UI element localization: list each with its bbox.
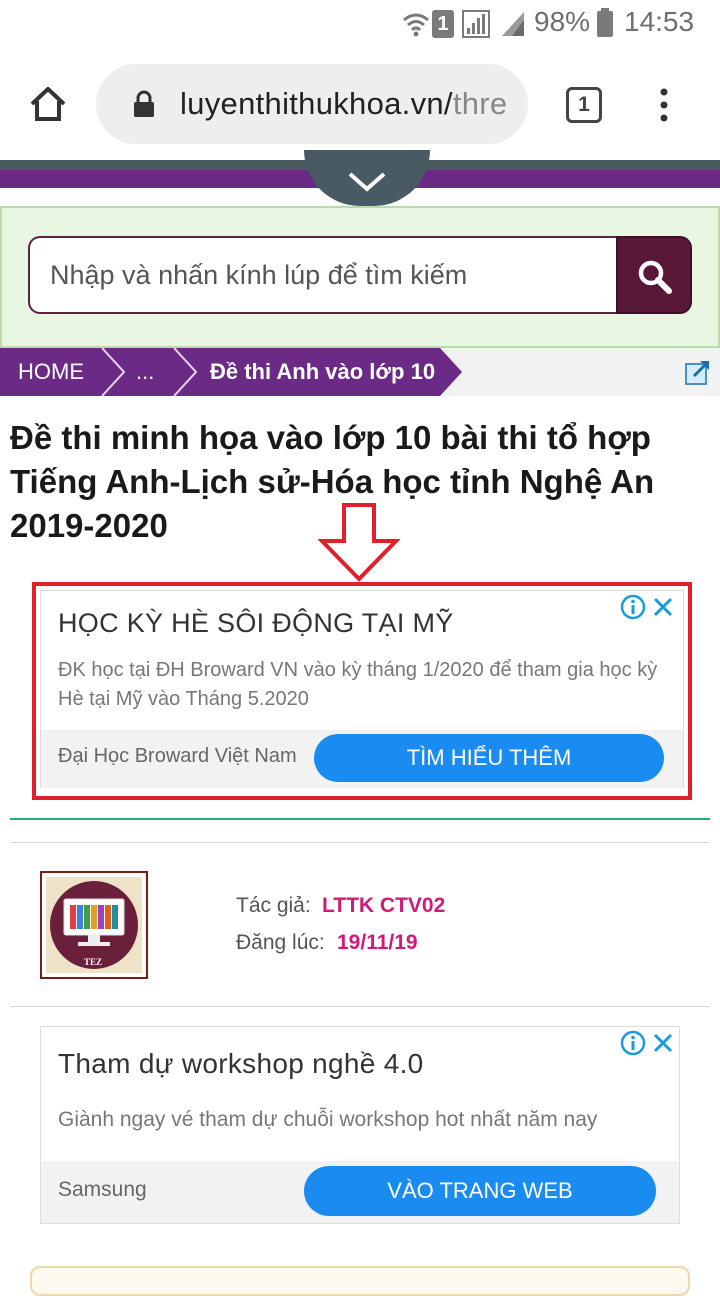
- sim-badge: 1: [432, 10, 454, 38]
- wifi-icon: [403, 13, 429, 37]
- ad-info-icon[interactable]: [620, 594, 646, 620]
- url-path: thre: [452, 86, 508, 121]
- status-bar: 1 98% 14:53: [0, 0, 720, 48]
- signal-icon: [462, 10, 490, 38]
- home-icon[interactable]: [28, 84, 68, 124]
- clock: 14:53: [624, 6, 695, 37]
- ad-1-advertiser: Đại Học Broward Việt Nam: [58, 745, 297, 767]
- divider-green: [10, 818, 710, 820]
- divider: [10, 842, 710, 843]
- author-label: Tác giả:: [236, 894, 311, 917]
- tab-switcher-button[interactable]: 1: [566, 87, 602, 123]
- avatar-label: TEZ: [84, 957, 103, 967]
- url-text: luyenthithukhoa.vn/thre: [180, 86, 507, 122]
- posted-label: Đăng lúc:: [236, 931, 325, 954]
- next-section-peek: [30, 1266, 690, 1296]
- search-button[interactable]: [616, 236, 692, 314]
- avatar-background: TEZ: [46, 877, 142, 973]
- address-bar[interactable]: luyenthithukhoa.vn/thre: [96, 64, 528, 144]
- ad-1-description: ĐK học tại ĐH Broward VN vào kỳ tháng 1/…: [58, 659, 658, 710]
- ad-1-cta-button[interactable]: TÌM HIỂU THÊM: [314, 734, 664, 782]
- lock-icon: [134, 90, 154, 117]
- battery-percent: 98%: [534, 6, 591, 37]
- signal-2-icon: [502, 12, 524, 36]
- posted-date: 19/11/19: [337, 931, 418, 954]
- down-arrow-annotation: [318, 503, 400, 582]
- breadcrumb-home[interactable]: HOME: [18, 359, 84, 385]
- ad-close-icon[interactable]: [652, 596, 674, 618]
- ad-info-icon[interactable]: [620, 1030, 646, 1056]
- breadcrumb-ellipsis[interactable]: ...: [136, 359, 154, 385]
- url-domain: luyenthithukhoa.vn/: [180, 86, 453, 121]
- ad-1-title[interactable]: HỌC KỲ HÈ SÔI ĐỘNG TẠI MỸ: [58, 608, 454, 639]
- breadcrumb-current[interactable]: Đề thi Anh vào lớp 10: [210, 359, 435, 385]
- search-icon: [638, 260, 672, 294]
- monitor-books-icon: [63, 898, 125, 946]
- author-name[interactable]: LTTK CTV02: [322, 894, 445, 918]
- divider: [10, 1006, 710, 1007]
- ad-2-advertiser: Samsung: [58, 1178, 147, 1201]
- chevron-down-icon: [348, 172, 386, 192]
- ad-2-description: Giành ngay vé tham dự chuỗi workshop hot…: [58, 1108, 598, 1131]
- battery-icon: [597, 8, 613, 37]
- browser-toolbar: luyenthithukhoa.vn/thre 1: [0, 48, 720, 160]
- ad-2-title[interactable]: Tham dự workshop nghề 4.0: [58, 1048, 424, 1080]
- author-avatar[interactable]: TEZ: [40, 871, 148, 979]
- more-menu-icon[interactable]: [654, 86, 674, 126]
- ad-2-cta-button[interactable]: VÀO TRANG WEB: [304, 1166, 656, 1216]
- search-input[interactable]: Nhập và nhấn kính lúp để tìm kiếm: [28, 236, 618, 314]
- external-link-icon[interactable]: [684, 358, 712, 386]
- ad-close-icon[interactable]: [652, 1032, 674, 1054]
